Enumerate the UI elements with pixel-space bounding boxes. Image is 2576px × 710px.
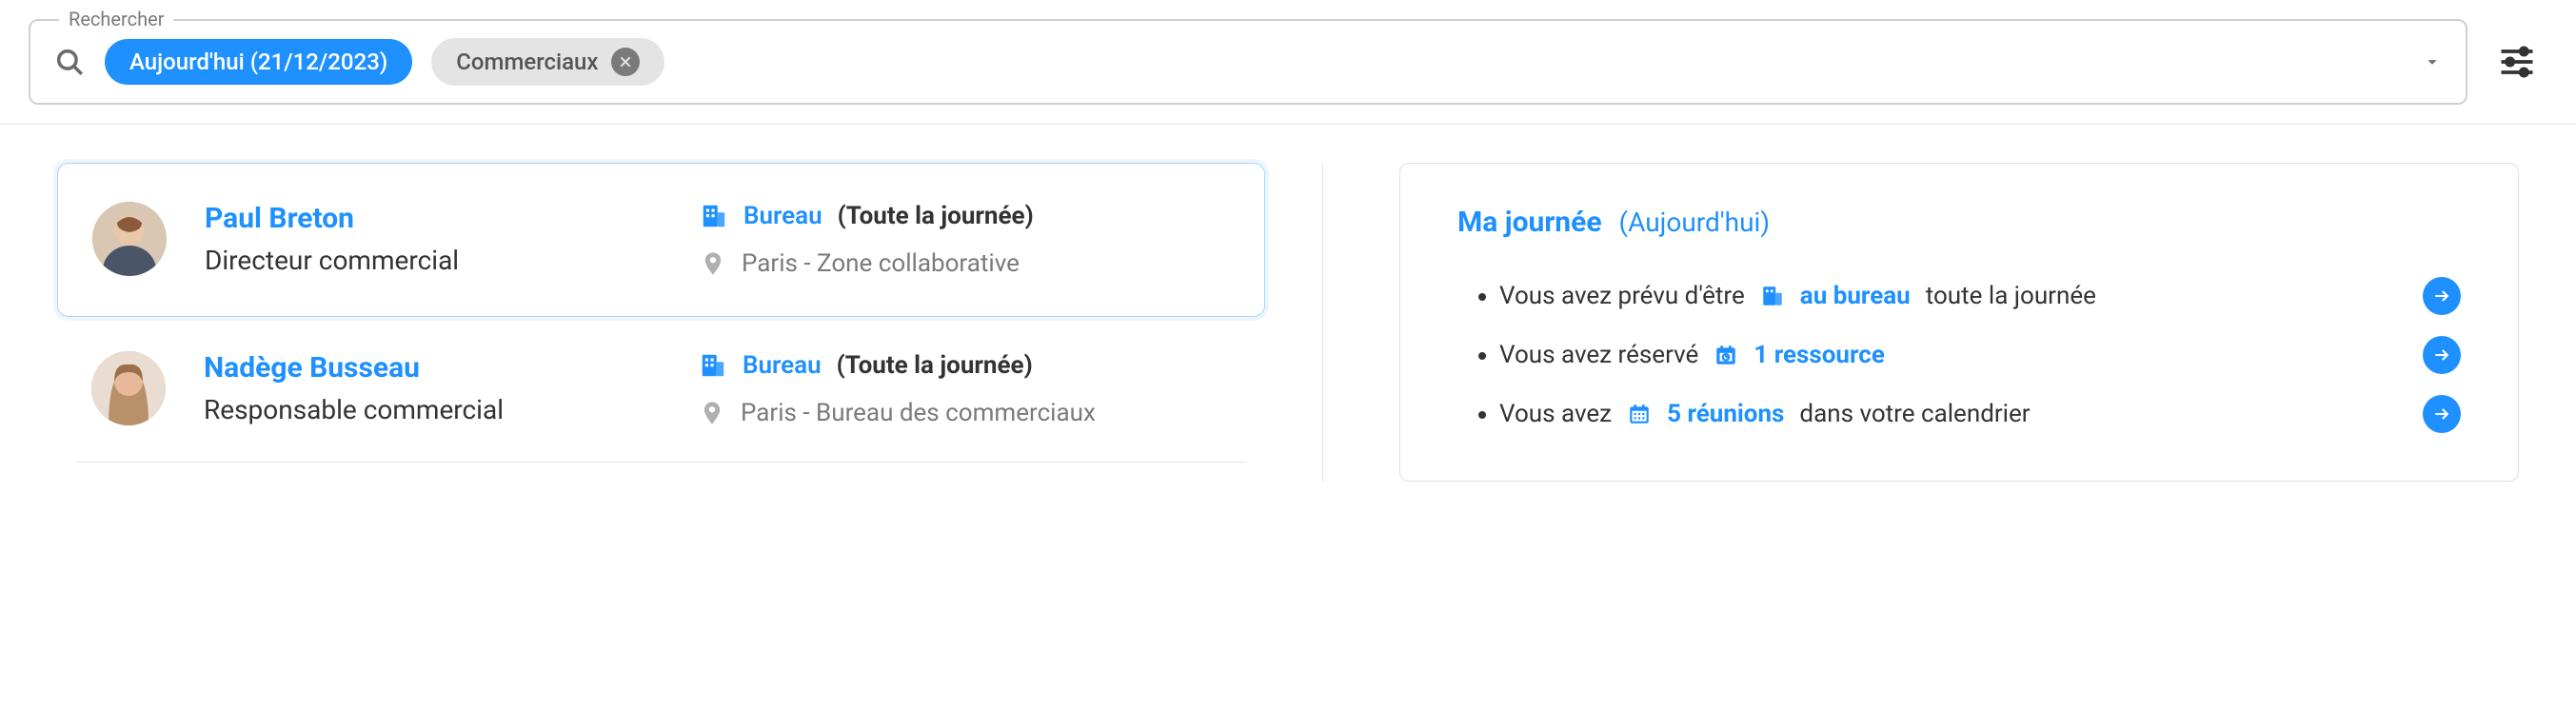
person-location: Bureau (Toute la journée) Paris - Bureau…: [699, 351, 1096, 427]
day-subtitle: (Aujourd'hui): [1619, 207, 1771, 238]
calendar-clock-icon: [1714, 343, 1738, 367]
location-status: Bureau: [743, 351, 822, 380]
location-status-line: Bureau (Toute la journée): [700, 202, 1034, 230]
chip-label: Aujourd'hui (21/12/2023): [129, 49, 387, 75]
pin-icon: [699, 400, 725, 426]
calendar-grid-icon: [1627, 402, 1652, 426]
chip-label: Commerciaux: [456, 49, 598, 75]
close-icon[interactable]: [611, 48, 640, 76]
location-status: Bureau: [743, 202, 822, 230]
person-info: Paul Breton Directeur commercial: [205, 202, 662, 276]
day-panel: Ma journée (Aujourd'hui) Vous avez prévu…: [1399, 163, 2519, 482]
search-field[interactable]: Rechercher Aujourd'hui (21/12/2023) Comm…: [29, 19, 2467, 105]
person-name[interactable]: Nadège Busseau: [204, 351, 661, 385]
day-item: Vous avez réservé: [1499, 336, 2461, 374]
person-title: Responsable commercial: [204, 394, 661, 425]
main-content: Paul Breton Directeur commercial: [0, 125, 2576, 520]
search-legend: Rechercher: [59, 8, 173, 30]
person-name[interactable]: Paul Breton: [205, 202, 662, 235]
filter-chip-group[interactable]: Commerciaux: [431, 38, 664, 86]
avatar: [92, 202, 167, 276]
location-place-line: Paris - Bureau des commerciaux: [699, 399, 1096, 427]
location-place: Paris - Bureau des commerciaux: [741, 399, 1096, 427]
day-item-prefix: Vous avez prévu d'être: [1499, 282, 1745, 310]
person-location: Bureau (Toute la journée) Paris - Zone c…: [700, 202, 1034, 278]
person-card[interactable]: Nadège Busseau Responsable commercial: [57, 317, 1265, 462]
divider: [76, 462, 1246, 463]
person-info: Nadège Busseau Responsable commercial: [204, 351, 661, 425]
day-title: Ma journée: [1457, 206, 1602, 239]
arrow-right-button[interactable]: [2423, 336, 2461, 374]
day-header: Ma journée (Aujourd'hui): [1457, 206, 2461, 239]
day-item: Vous avez prévu d'être au bureau toute l…: [1499, 277, 2461, 315]
building-icon: [699, 351, 727, 380]
day-item-link[interactable]: 1 ressource: [1754, 341, 1885, 369]
search-icon: [53, 46, 86, 78]
day-list: Vous avez prévu d'être au bureau toute l…: [1457, 277, 2461, 433]
person-title: Directeur commercial: [205, 245, 662, 276]
chevron-down-icon[interactable]: [2422, 51, 2443, 72]
day-item: Vous avez: [1499, 395, 2461, 433]
day-item-link[interactable]: 5 réunions: [1667, 400, 1784, 428]
arrow-right-button[interactable]: [2423, 395, 2461, 433]
arrow-right-button[interactable]: [2423, 277, 2461, 315]
building-icon: [700, 202, 728, 230]
day-item-link[interactable]: au bureau: [1800, 282, 1911, 310]
building-icon: [1760, 284, 1785, 308]
location-duration: (Toute la journée): [838, 202, 1034, 230]
location-place-line: Paris - Zone collaborative: [700, 249, 1034, 278]
location-duration: (Toute la journée): [837, 351, 1033, 380]
day-item-suffix: dans votre calendrier: [1799, 400, 2030, 428]
person-card[interactable]: Paul Breton Directeur commercial: [57, 163, 1265, 317]
search-bar: Rechercher Aujourd'hui (21/12/2023) Comm…: [0, 0, 2576, 125]
location-place: Paris - Zone collaborative: [742, 249, 1020, 278]
day-item-suffix: toute la journée: [1926, 282, 2096, 310]
filter-chip-date[interactable]: Aujourd'hui (21/12/2023): [105, 39, 412, 85]
people-list: Paul Breton Directeur commercial: [57, 163, 1323, 482]
avatar: [91, 351, 166, 425]
day-item-prefix: Vous avez réservé: [1499, 341, 1698, 369]
day-item-prefix: Vous avez: [1499, 400, 1612, 428]
location-status-line: Bureau (Toute la journée): [699, 351, 1096, 380]
pin-icon: [700, 250, 726, 277]
day-card: Ma journée (Aujourd'hui) Vous avez prévu…: [1399, 163, 2519, 482]
filter-settings-button[interactable]: [2496, 41, 2538, 83]
